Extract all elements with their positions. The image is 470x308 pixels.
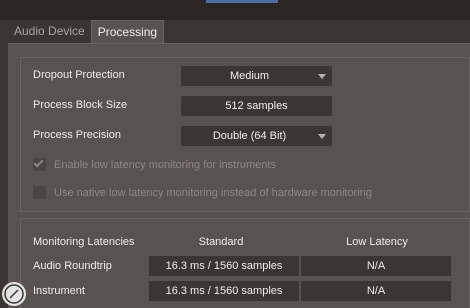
monitoring-latencies-group: Monitoring Latencies Standard Low Latenc…	[20, 218, 470, 308]
process-block-size-label: Process Block Size	[33, 99, 128, 111]
latency-row-label: Audio Roundtrip	[33, 260, 112, 272]
dropout-protection-select[interactable]: Medium	[181, 66, 332, 86]
checkmark-icon	[33, 157, 44, 168]
latency-standard-value: 16.3 ms / 1560 samples	[149, 281, 299, 301]
resize-handle-icon[interactable]	[0, 279, 28, 308]
latency-row-label: Instrument	[33, 285, 85, 297]
tab-processing[interactable]: Processing	[90, 20, 165, 43]
low-latency-column-header: Low Latency	[346, 236, 408, 248]
process-precision-select[interactable]: Double (64 Bit)	[181, 126, 332, 146]
low-latency-instruments-label: Enable low latency monitoring for instru…	[54, 158, 276, 171]
low-latency-instruments-option[interactable]: Enable low latency monitoring for instru…	[33, 157, 276, 171]
process-precision-label: Process Precision	[33, 129, 122, 141]
standard-column-header: Standard	[198, 236, 244, 248]
window-top-strip	[0, 0, 470, 20]
chevron-down-icon	[318, 74, 326, 79]
process-precision-value: Double (64 Bit)	[212, 130, 287, 142]
tab-audio-device[interactable]: Audio Device	[8, 20, 91, 43]
low-latency-instruments-checkbox[interactable]	[33, 157, 46, 171]
processing-settings-group: Dropout Protection Medium Process Block …	[20, 57, 470, 212]
latency-standard-value: 16.3 ms / 1560 samples	[149, 256, 299, 276]
processing-panel: Dropout Protection Medium Process Block …	[8, 43, 470, 308]
native-low-latency-label: Use native low latency monitoring instea…	[54, 186, 372, 199]
native-low-latency-checkbox[interactable]	[33, 186, 46, 199]
process-block-size-field[interactable]: 512 samples	[181, 96, 332, 116]
tab-bar: Audio Device Processing	[8, 20, 165, 43]
monitoring-latencies-heading: Monitoring Latencies	[33, 236, 135, 248]
latency-low-value: N/A	[301, 256, 451, 276]
latency-low-value: N/A	[301, 281, 451, 301]
chevron-down-icon	[318, 134, 326, 139]
process-block-size-value: 512 samples	[225, 100, 288, 112]
dropout-protection-value: Medium	[229, 70, 270, 82]
dropout-protection-label: Dropout Protection	[33, 69, 125, 81]
native-low-latency-option[interactable]: Use native low latency monitoring instea…	[33, 186, 372, 199]
window-accent-bar	[206, 0, 278, 3]
